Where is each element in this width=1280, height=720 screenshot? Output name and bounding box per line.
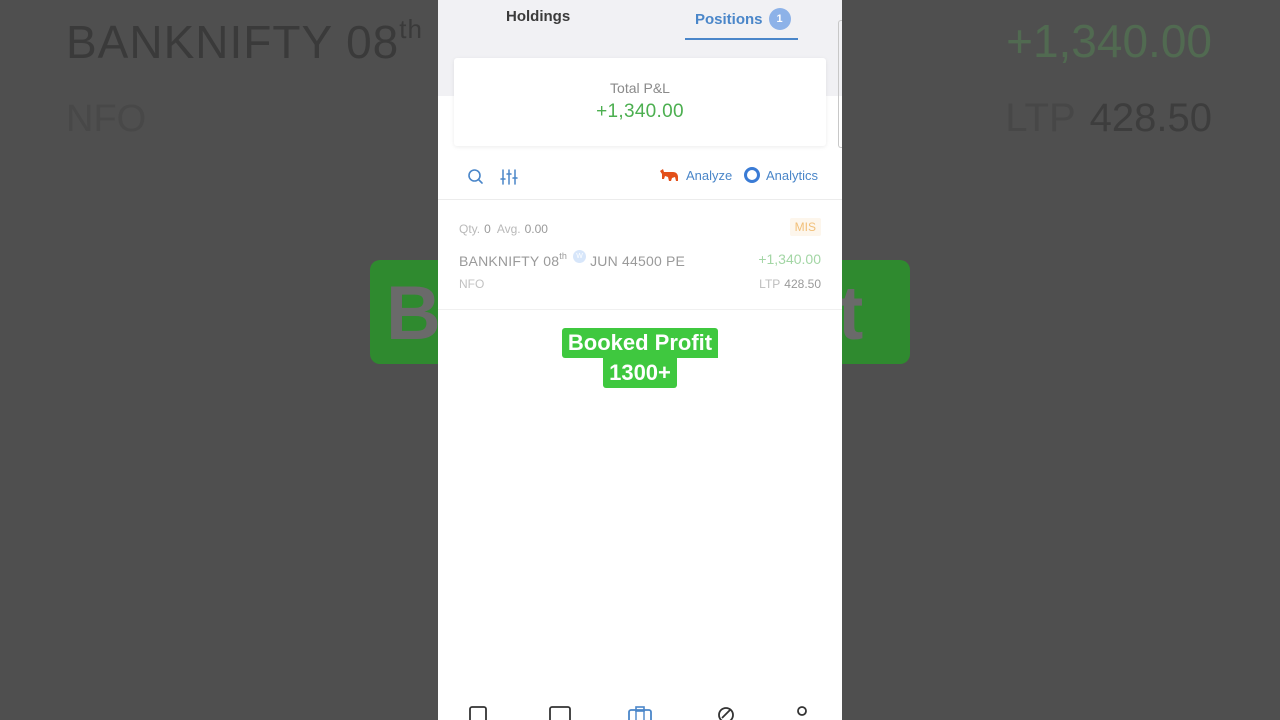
position-meta: Qty. 0 Avg. 0.00 [459,222,554,236]
phone-screen: Holdings Positions 1 Total P&L +1,340.00… [438,0,842,720]
avg-label: Avg. [496,222,521,236]
watchlist-icon[interactable] [469,706,487,720]
total-pnl-label: Total P&L [610,80,670,96]
bg-exchange: NFO [66,98,147,140]
analyze-label: Analyze [686,167,733,183]
bg-badge-right: t [830,260,910,364]
analytics-ring-icon [744,167,760,183]
bg-ltp: LTP 428.50 [1005,96,1212,140]
weekly-expiry-badge: W [573,250,587,263]
position-row[interactable]: Qty. 0 Avg. 0.00 MIS BANKNIFTY 08th W JUN 445… [438,206,842,310]
positions-toolbar: Analyze Analytics [438,156,842,200]
bottom-navigation [438,696,842,720]
profile-icon[interactable] [794,706,812,720]
avg-value: 0.00 [524,222,548,236]
bg-pnl: +1,340.00 [1006,15,1212,67]
qty-value: 0 [484,222,491,236]
bull-icon [660,169,678,181]
tab-positions-label: Positions [695,10,763,28]
bg-symbol: BANKNIFTY 08th [66,14,423,68]
analytics-label: Analytics [766,167,819,183]
qty-label: Qty. [459,222,481,236]
portfolio-icon[interactable] [628,706,652,720]
total-pnl-value: +1,340.00 [596,101,684,122]
filter-icon[interactable] [498,166,520,188]
search-icon[interactable] [465,166,487,188]
total-pnl-card: Total P&L +1,340.00 [454,58,826,146]
caption-line-2: 1300+ [603,358,677,388]
ltp: LTP 428.50 [759,277,821,291]
caption-line-1: Booked Profit [561,328,719,358]
instrument-symbol: BANKNIFTY 08th W JUN 44500 PE [459,250,686,269]
exchange-label: NFO [459,277,485,291]
caption-overlay: Booked Profit 1300+ [438,328,842,388]
analytics-button[interactable]: Analytics [744,167,818,183]
product-badge: MIS [789,218,821,236]
positions-count-badge: 1 [768,8,791,30]
orders-icon[interactable] [549,706,571,720]
tab-holdings[interactable]: Holdings [506,8,570,25]
tab-positions[interactable]: Positions 1 [695,8,791,30]
position-pnl: +1,340.00 [758,251,821,267]
analyze-button[interactable]: Analyze [658,167,732,183]
active-tab-indicator [685,38,798,40]
bids-icon[interactable] [717,706,735,720]
scroll-edge [838,20,842,148]
